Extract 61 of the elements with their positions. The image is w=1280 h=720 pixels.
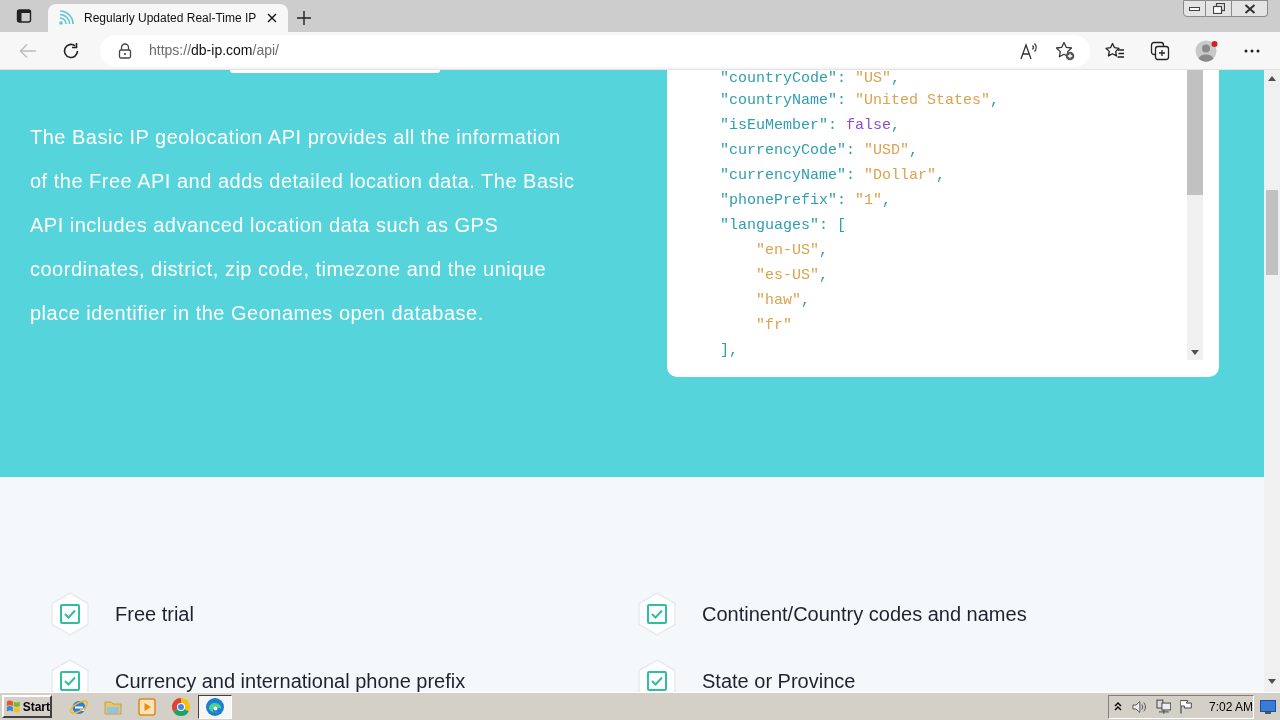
clock-text: 7:02 AM — [1208, 698, 1253, 716]
back-arrow-icon — [19, 42, 37, 59]
code-line: "currencyName": "Dollar", — [720, 166, 947, 186]
star-list-icon — [1105, 41, 1125, 60]
code-line: "en-US", — [756, 241, 830, 261]
network-icon — [1155, 698, 1172, 715]
scrollbar-thumb[interactable] — [1187, 70, 1203, 195]
tab-title: Regularly Updated Real-Time IP — [84, 10, 257, 27]
code-line: "isEuMember": false, — [720, 116, 902, 136]
page-scrollbar[interactable] — [1264, 70, 1280, 692]
lock-icon — [118, 42, 132, 59]
monitor-icon — [1260, 699, 1276, 714]
restore-icon — [1212, 3, 1225, 14]
address-bar[interactable]: https://db-ip.com/api/ — [100, 34, 1090, 67]
scrollbar-thumb[interactable] — [1266, 190, 1278, 275]
read-aloud-icon — [1019, 41, 1039, 60]
scroll-down-arrow-icon[interactable] — [1268, 679, 1276, 684]
code-line: "currencyCode": "USD", — [720, 141, 920, 161]
flag-logo-icon — [6, 699, 21, 714]
star-plus-icon — [1055, 40, 1075, 61]
start-button[interactable]: Start — [2, 695, 52, 718]
code-line: "countryCode": "US", — [720, 70, 902, 88]
hexagon-check-icon — [50, 592, 90, 636]
double-chevron-up-icon — [1113, 702, 1122, 711]
close-icon — [1243, 3, 1256, 14]
more-icon — [1244, 48, 1260, 53]
code-scrollbar[interactable] — [1187, 70, 1203, 360]
window-panel-icon — [16, 8, 32, 24]
feature-label: State or Province — [702, 670, 856, 692]
signal-arcs-icon — [58, 10, 74, 26]
code-line: "countryName": "United States", — [720, 91, 1001, 111]
flag-icon — [1179, 699, 1193, 714]
code-line: "fr" — [756, 316, 793, 336]
code-line: ], — [720, 341, 739, 361]
avatar-icon — [1195, 38, 1219, 63]
refresh-icon — [62, 41, 80, 60]
url-text: https://db-ip.com/api/ — [149, 41, 279, 60]
minimize-icon — [1189, 6, 1200, 11]
scroll-down-arrow-icon[interactable] — [1191, 350, 1199, 355]
feature-label: Free trial — [115, 603, 194, 625]
swirl-browser-icon — [205, 696, 225, 717]
close-button[interactable] — [1232, 0, 1268, 17]
code-line: "languages": [ — [720, 216, 848, 236]
hexagon-check-icon — [637, 592, 677, 636]
description-text: The Basic IP geolocation API provides all the information of the Free API and adds detailed location data. The Basic API includes advanced location data such as GPS coordinates, district, zip code, timezone and the unique place identifier in the Geonames open database. — [30, 125, 576, 326]
plus-icon — [297, 11, 311, 25]
browser-circle-icon — [171, 696, 191, 717]
feature-label: Currency and international phone prefix — [115, 670, 466, 692]
taskbar-app-button[interactable] — [198, 694, 232, 719]
restore-button[interactable] — [1206, 0, 1232, 17]
media-play-icon — [137, 696, 157, 717]
code-line: "es-US", — [756, 266, 830, 286]
speaker-icon — [1131, 699, 1148, 714]
close-icon — [267, 13, 277, 23]
code-line: "phonePrefix": "1", — [720, 191, 893, 211]
minimize-button[interactable] — [1183, 0, 1206, 17]
scroll-up-arrow-icon[interactable] — [1268, 76, 1276, 81]
browser-tab[interactable]: Regularly Updated Real-Time IP — [48, 4, 288, 32]
stacked-squares-plus-icon — [1150, 40, 1170, 61]
code-line: "haw", — [756, 291, 812, 311]
feature-label: Continent/Country codes and names — [702, 603, 1027, 625]
